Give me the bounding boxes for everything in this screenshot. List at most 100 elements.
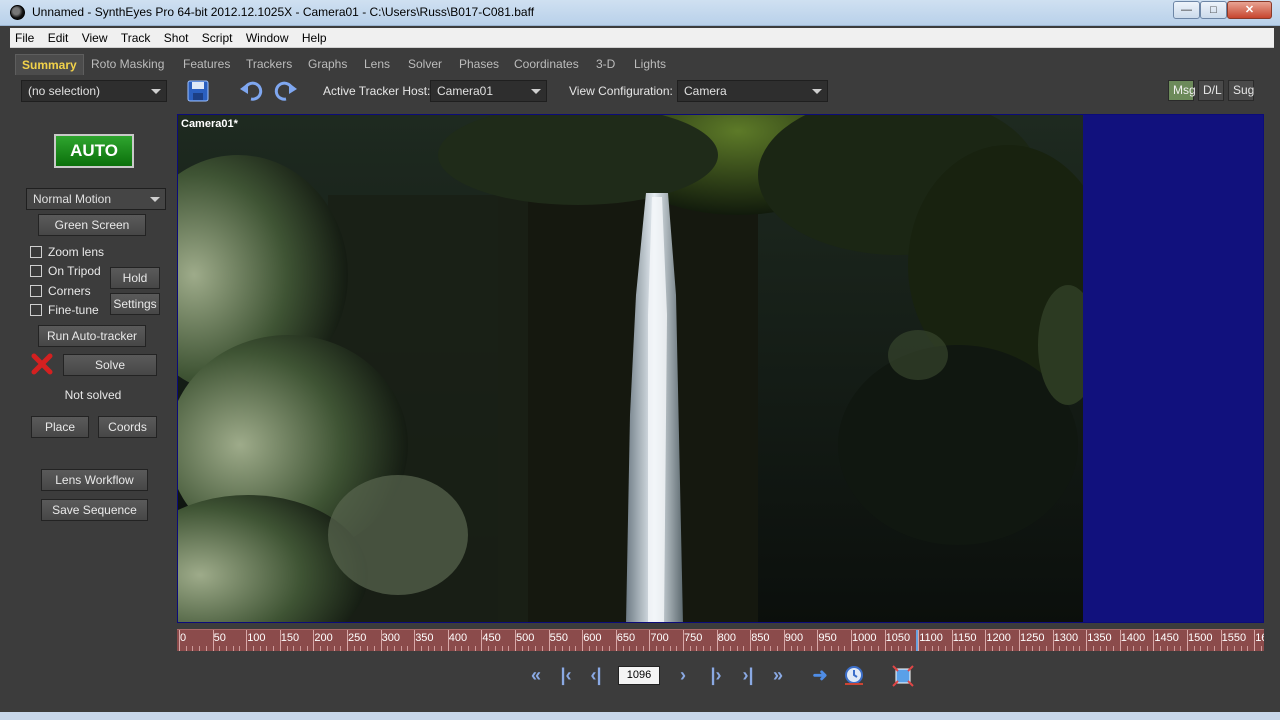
view-configuration-dropdown[interactable]: Camera xyxy=(677,80,828,102)
menu-window[interactable]: Window xyxy=(241,28,294,48)
timeline-minor-tick xyxy=(1200,646,1202,651)
playback-speed-icon[interactable] xyxy=(842,664,864,686)
go-to-end-icon[interactable]: ›| xyxy=(737,664,759,686)
timeline-minor-tick xyxy=(609,646,611,651)
timeline-minor-tick xyxy=(441,646,443,651)
timeline-minor-tick xyxy=(1247,646,1249,651)
timeline-minor-tick xyxy=(1173,646,1175,651)
auto-button[interactable]: AUTO xyxy=(54,134,134,168)
timeline-minor-tick xyxy=(1207,646,1209,651)
checkbox-box[interactable] xyxy=(30,265,42,277)
menu-edit[interactable]: Edit xyxy=(43,28,74,48)
selection-dropdown[interactable]: (no selection) xyxy=(21,80,167,102)
current-frame-field[interactable]: 1096 xyxy=(618,666,660,685)
active-tracker-host-dropdown[interactable]: Camera01 xyxy=(430,80,547,102)
timeline-minor-tick xyxy=(662,646,664,651)
motion-dropdown[interactable]: Normal Motion xyxy=(26,188,166,210)
save-icon[interactable] xyxy=(186,79,210,103)
step-forward-icon[interactable]: |› xyxy=(705,664,727,686)
timeline-minor-tick xyxy=(635,646,637,651)
tab-lights[interactable]: Lights xyxy=(628,54,672,75)
settings-button[interactable]: Settings xyxy=(110,293,160,315)
timeline-minor-tick xyxy=(857,646,859,651)
minimize-icon[interactable]: — xyxy=(1173,1,1200,19)
redo-icon[interactable] xyxy=(272,79,297,103)
tab-3d[interactable]: 3-D xyxy=(590,54,621,75)
tab-trackers[interactable]: Trackers xyxy=(240,54,298,75)
timeline-minor-tick xyxy=(1234,646,1236,651)
timeline-tick-label: 200 xyxy=(314,632,333,644)
timeline-minor-tick xyxy=(461,646,463,651)
timeline-minor-tick xyxy=(770,646,772,651)
timeline-bar[interactable]: 0 50 100 150 200 250 300 350 400 450 500 550 600 650 7… xyxy=(177,629,1264,651)
menu-view[interactable]: View xyxy=(77,28,113,48)
tab-graphs[interactable]: Graphs xyxy=(302,54,353,75)
menu-file[interactable]: File xyxy=(10,28,39,48)
checkbox-box[interactable] xyxy=(30,285,42,297)
save-sequence-button[interactable]: Save Sequence xyxy=(41,499,148,521)
timeline-minor-tick xyxy=(743,646,745,651)
tab-phases[interactable]: Phases xyxy=(453,54,505,75)
camera-viewport[interactable]: Camera01* xyxy=(177,114,1264,623)
timeline-tick-label: 1300 xyxy=(1053,632,1079,644)
rewind-icon[interactable]: « xyxy=(525,664,547,686)
menu-shot[interactable]: Shot xyxy=(159,28,194,48)
menu-script[interactable]: Script xyxy=(197,28,238,48)
play-forward-icon[interactable]: › xyxy=(672,664,694,686)
timeline-minor-tick xyxy=(595,646,597,651)
timeline-minor-tick xyxy=(1092,646,1094,651)
timeline-minor-tick xyxy=(562,646,564,651)
checkbox-box[interactable] xyxy=(30,246,42,258)
timeline-minor-tick xyxy=(387,646,389,651)
not-solved-x-icon xyxy=(31,353,53,375)
menu-help[interactable]: Help xyxy=(297,28,332,48)
active-tracker-host-value: Camera01 xyxy=(437,84,494,98)
hold-button[interactable]: Hold xyxy=(110,267,160,289)
close-icon[interactable]: ✕ xyxy=(1227,1,1272,19)
timeline-minor-tick xyxy=(1079,646,1081,651)
dl-button[interactable]: D/L xyxy=(1198,80,1224,101)
fit-view-icon[interactable] xyxy=(891,664,914,687)
solve-button[interactable]: Solve xyxy=(63,354,157,376)
timeline-minor-tick xyxy=(891,646,893,651)
coords-button[interactable]: Coords xyxy=(98,416,157,438)
timeline-minor-tick xyxy=(1213,646,1215,651)
maximize-icon[interactable]: □ xyxy=(1200,1,1227,19)
step-back-icon[interactable]: ‹| xyxy=(585,664,607,686)
msg-button[interactable]: Msg xyxy=(1168,80,1196,101)
timeline-tick-label: 50 xyxy=(213,632,226,644)
fast-forward-icon[interactable]: » xyxy=(767,664,789,686)
timeline-minor-tick xyxy=(730,646,732,651)
tab-coordinates[interactable]: Coordinates xyxy=(508,54,585,75)
sug-button[interactable]: Sug xyxy=(1228,80,1254,101)
checkbox-box[interactable] xyxy=(30,304,42,316)
timeline-minor-tick xyxy=(1059,646,1061,651)
go-to-start-icon[interactable]: |‹ xyxy=(555,664,577,686)
timeline-minor-tick xyxy=(1180,646,1182,651)
tab-summary[interactable]: Summary xyxy=(15,54,84,75)
timeline-minor-tick xyxy=(239,646,241,651)
timeline-minor-tick xyxy=(1126,646,1128,651)
timeline-minor-tick xyxy=(676,646,678,651)
place-button[interactable]: Place xyxy=(31,416,89,438)
tab-features[interactable]: Features xyxy=(177,54,236,75)
forward-arrow-icon[interactable]: ➜ xyxy=(809,664,831,686)
tab-roto-masking[interactable]: Roto Masking xyxy=(85,54,170,75)
green-screen-button[interactable]: Green Screen xyxy=(38,214,146,236)
run-auto-tracker-button[interactable]: Run Auto-tracker xyxy=(38,325,146,347)
timeline-tick-label: 500 xyxy=(516,632,535,644)
tab-solver[interactable]: Solver xyxy=(402,54,448,75)
lens-workflow-button[interactable]: Lens Workflow xyxy=(41,469,148,491)
timeline-minor-tick xyxy=(1240,646,1242,651)
timeline-tick-label: 350 xyxy=(415,632,434,644)
timeline-current-frame-marker[interactable] xyxy=(915,630,918,651)
timeline-minor-tick xyxy=(871,646,873,651)
timeline-minor-tick xyxy=(877,646,879,651)
undo-icon[interactable] xyxy=(239,79,263,103)
menu-track[interactable]: Track xyxy=(116,28,156,48)
tab-lens[interactable]: Lens xyxy=(358,54,396,75)
timeline-minor-tick xyxy=(642,646,644,651)
selection-value: (no selection) xyxy=(28,84,101,98)
view-configuration-label: View Configuration: xyxy=(569,84,673,98)
timeline-minor-tick xyxy=(837,646,839,651)
